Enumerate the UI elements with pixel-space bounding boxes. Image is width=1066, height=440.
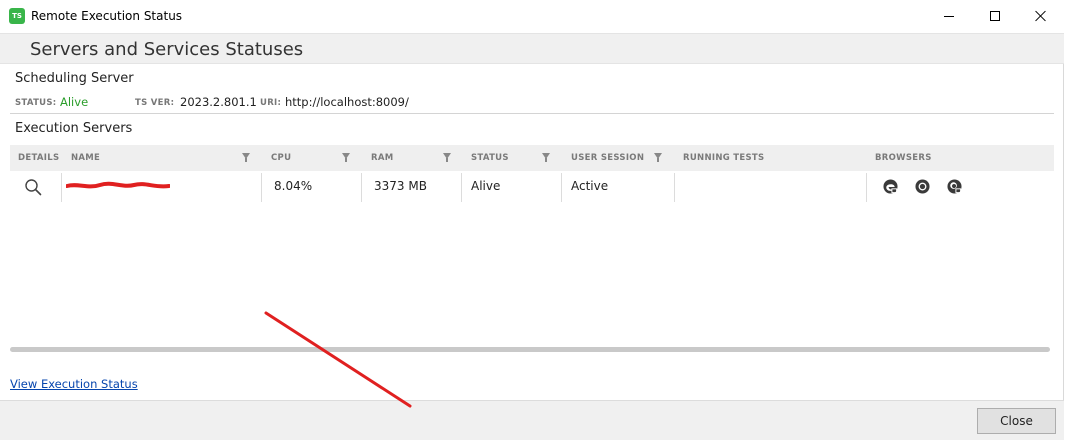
column-separator: [561, 173, 562, 202]
status-label: STATUS:: [15, 98, 57, 108]
app-icon: TS: [9, 8, 25, 24]
maximize-button[interactable]: [972, 0, 1018, 32]
view-execution-status-link[interactable]: View Execution Status: [10, 377, 138, 391]
minimize-button[interactable]: [926, 0, 972, 32]
column-header-user-session[interactable]: USER SESSION: [571, 145, 644, 171]
title-bar[interactable]: TS Remote Execution Status: [0, 0, 1064, 33]
column-separator: [261, 173, 262, 202]
column-separator: [61, 173, 62, 202]
column-separator: [674, 173, 675, 202]
redacted-name: [66, 181, 170, 189]
minimize-icon: [944, 15, 954, 17]
column-header-details: DETAILS: [18, 153, 60, 163]
table-header: DETAILS NAME CPU RAM STATUS USER SESSION…: [10, 145, 1054, 171]
column-header-running-tests[interactable]: RUNNING TESTS: [683, 145, 764, 171]
page-title: Servers and Services Statuses: [30, 39, 304, 60]
column-header-status[interactable]: STATUS: [471, 145, 509, 171]
ram-cell: 3373 MB: [374, 179, 427, 193]
user-session-cell: Active: [571, 179, 609, 193]
close-button[interactable]: Close: [977, 408, 1056, 434]
status-filter-icon[interactable]: [542, 153, 550, 162]
maximize-icon: [990, 11, 1000, 21]
magnifier-icon[interactable]: [24, 178, 42, 196]
edge-icon[interactable]: [883, 179, 898, 194]
chrome-icon[interactable]: [915, 179, 930, 194]
status-value: Alive: [60, 95, 89, 109]
column-header-cpu[interactable]: CPU: [271, 145, 291, 171]
column-header-browsers: BROWSERS: [875, 153, 932, 163]
column-separator: [866, 173, 867, 202]
window-close-button[interactable]: [1018, 0, 1064, 32]
cpu-cell: 8.04%: [274, 179, 313, 193]
execution-servers-title: Execution Servers: [15, 121, 133, 136]
scheduling-server-title: Scheduling Server: [15, 71, 134, 86]
horizontal-scrollbar[interactable]: [10, 347, 1050, 352]
column-header-name[interactable]: NAME: [71, 145, 100, 171]
ram-filter-icon[interactable]: [443, 153, 451, 162]
page-header: Servers and Services Statuses: [0, 33, 1064, 64]
name-filter-icon[interactable]: [242, 153, 250, 162]
ts-version-label: TS VER:: [135, 98, 175, 108]
column-separator: [461, 173, 462, 202]
status-cell: Alive: [471, 179, 501, 193]
window-title: Remote Execution Status: [31, 9, 183, 23]
section-divider: [10, 113, 1054, 114]
execution-servers-table: DETAILS NAME CPU RAM STATUS USER SESSION…: [10, 145, 1054, 202]
close-icon: [1035, 10, 1047, 22]
cpu-filter-icon[interactable]: [342, 153, 350, 162]
dialog-footer: [0, 400, 1064, 440]
uri-value: http://localhost:8009/: [285, 95, 409, 109]
firefox-icon[interactable]: [947, 179, 962, 194]
remote-execution-status-window: TS Remote Execution Status Servers and S…: [0, 0, 1064, 440]
uri-label: URI:: [260, 98, 282, 108]
user-session-filter-icon[interactable]: [654, 153, 662, 162]
table-row[interactable]: 8.04% 3373 MB Alive Active: [10, 171, 1054, 202]
column-header-ram[interactable]: RAM: [371, 145, 393, 171]
column-separator: [361, 173, 362, 202]
ts-version-value: 2023.2.801.1: [180, 95, 257, 109]
